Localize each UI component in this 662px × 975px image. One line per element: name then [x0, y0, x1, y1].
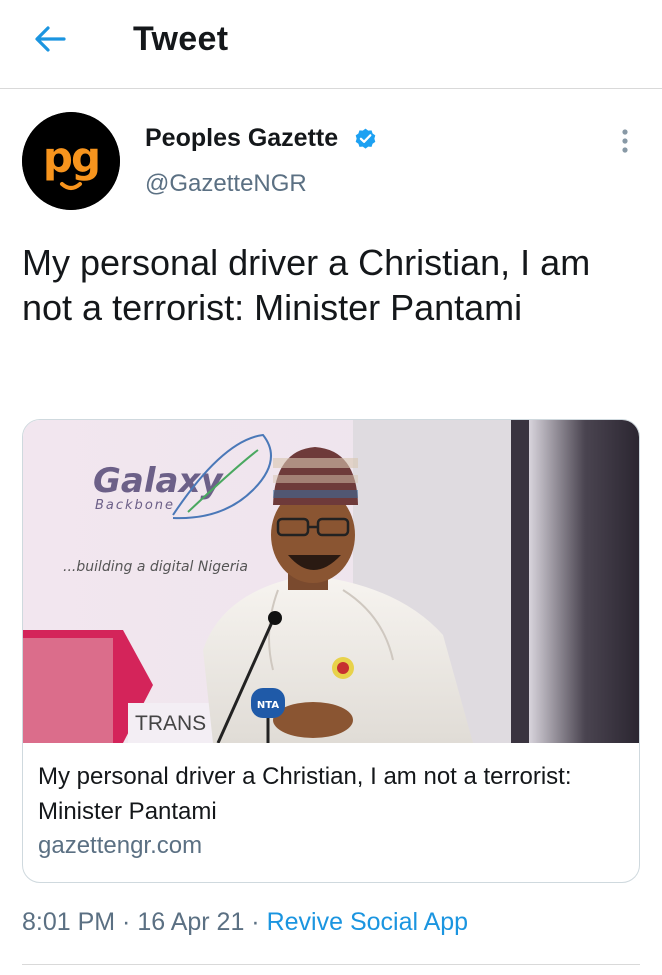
svg-text:Backbone: Backbone — [95, 498, 175, 513]
tweet-meta: 8:01 PM · 16 Apr 21 · Revive Social App — [22, 908, 468, 937]
card-image: TRANS Galaxy Backbone ...building a digi… — [23, 420, 639, 743]
card-domain: gazettengr.com — [38, 832, 203, 859]
more-vertical-icon — [622, 129, 628, 153]
author-handle[interactable]: @GazetteNGR — [145, 170, 307, 198]
svg-text:TRANS: TRANS — [135, 712, 206, 735]
page-title: Tweet — [133, 20, 229, 58]
tweet-date: 16 Apr 21 — [137, 908, 245, 936]
avatar[interactable]: pg — [22, 112, 120, 210]
author-name[interactable]: Peoples Gazette — [145, 124, 338, 153]
tweet-text: My personal driver a Christian, I am not… — [22, 242, 591, 328]
svg-text:Galaxy: Galaxy — [93, 461, 224, 501]
link-preview-card[interactable]: TRANS Galaxy Backbone ...building a digi… — [22, 419, 640, 883]
source-app-link[interactable]: Revive Social App — [267, 908, 469, 936]
arrow-left-icon — [35, 26, 66, 52]
more-options-button[interactable] — [612, 124, 638, 158]
meta-separator: · — [115, 908, 138, 936]
card-title: My personal driver a Christian, I am not… — [38, 763, 572, 825]
top-bar: Tweet — [0, 0, 662, 89]
peoples-gazette-logo: pg — [22, 112, 120, 210]
back-button[interactable] — [30, 22, 70, 56]
verified-badge-icon — [353, 126, 378, 151]
svg-text:...building a digital Nigeria: ...building a digital Nigeria — [63, 559, 248, 575]
meta-separator: · — [244, 908, 267, 936]
divider — [22, 964, 640, 965]
svg-text:NTA: NTA — [257, 700, 279, 711]
svg-text:pg: pg — [43, 133, 99, 182]
tweet-time: 8:01 PM — [22, 908, 116, 936]
